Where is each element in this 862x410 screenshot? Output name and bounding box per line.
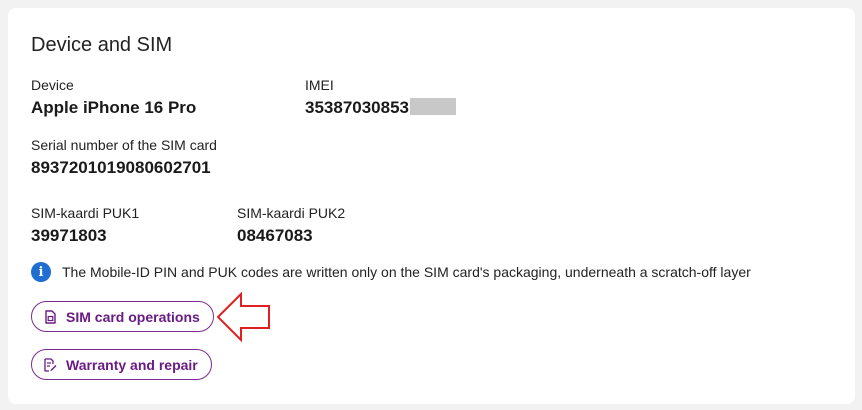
imei-value-wrap: 35387030853 — [305, 97, 457, 119]
sim-serial-field: Serial number of the SIM card 8937201019… — [31, 136, 217, 179]
imei-value: 35387030853 — [305, 98, 410, 117]
puk2-field: SIM-kaardi PUK2 08467083 — [237, 204, 345, 247]
imei-redaction — [410, 98, 457, 115]
device-label: Device — [31, 77, 74, 93]
puk2-label: SIM-kaardi PUK2 — [237, 205, 346, 221]
sim-card-operations-label: SIM card operations — [66, 308, 200, 325]
info-icon: i — [31, 262, 51, 282]
section-title: Device and SIM — [31, 34, 173, 56]
imei-field: IMEI 35387030853 — [305, 76, 457, 119]
sim-card-operations-button[interactable]: SIM card operations — [31, 301, 214, 332]
info-notice: i The Mobile-ID PIN and PUK codes are wr… — [31, 262, 751, 282]
warranty-and-repair-button[interactable]: Warranty and repair — [31, 349, 212, 380]
edit-document-icon — [43, 357, 57, 372]
device-sim-card: Device and SIM Device Apple iPhone 16 Pr… — [8, 8, 855, 404]
info-text: The Mobile-ID PIN and PUK codes are writ… — [62, 264, 751, 280]
sim-serial-label: Serial number of the SIM card — [31, 137, 217, 153]
annotation-arrow-icon — [217, 292, 270, 343]
sim-serial-value: 8937201019080602701 — [31, 158, 211, 177]
device-field: Device Apple iPhone 16 Pro — [31, 76, 196, 119]
puk1-label: SIM-kaardi PUK1 — [31, 205, 140, 221]
sim-card-icon — [43, 309, 57, 324]
imei-label: IMEI — [305, 77, 334, 93]
device-value: Apple iPhone 16 Pro — [31, 98, 197, 117]
puk1-value: 39971803 — [31, 226, 107, 245]
puk2-value: 08467083 — [237, 226, 313, 245]
puk1-field: SIM-kaardi PUK1 39971803 — [31, 204, 139, 247]
warranty-and-repair-label: Warranty and repair — [66, 356, 198, 373]
